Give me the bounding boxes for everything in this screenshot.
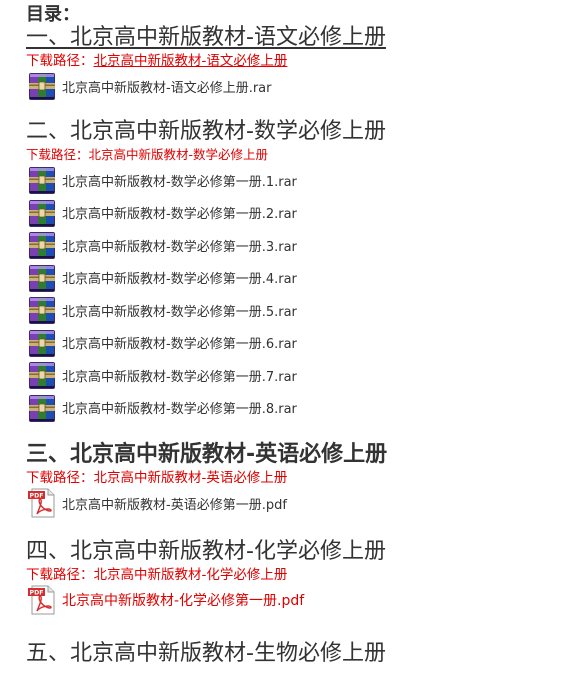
file-name[interactable]: 北京高中新版教材-语文必修上册.rar: [62, 77, 271, 96]
download-path[interactable]: 下载路径：北京高中新版教材-英语必修上册: [26, 469, 556, 487]
section-chinese: 一、北京高中新版教材-语文必修上册 下载路径：北京高中新版教材-语文必修上册 北…: [26, 24, 556, 103]
download-path-prefix: 下载路径：: [26, 147, 89, 162]
file-item[interactable]: 北京高中新版教材-语文必修上册.rar: [26, 70, 556, 103]
file-item[interactable]: 北京高中新版教材-数学必修第一册.4.rar: [26, 262, 556, 295]
file-name[interactable]: 北京高中新版教材-数学必修第一册.8.rar: [62, 398, 297, 417]
file-item[interactable]: 北京高中新版教材-数学必修第一册.5.rar: [26, 294, 556, 327]
download-path-link[interactable]: 北京高中新版教材-化学必修上册: [94, 567, 288, 583]
file-name[interactable]: 北京高中新版教材-数学必修第一册.2.rar: [62, 203, 297, 222]
winrar-archive-icon: [26, 294, 58, 326]
file-item[interactable]: 北京高中新版教材-英语必修第一册.pdf: [26, 487, 556, 520]
winrar-archive-icon: [26, 229, 58, 261]
section-heading: 二、北京高中新版教材-数学必修上册: [26, 119, 386, 144]
download-path-prefix: 下载路径：: [26, 53, 94, 69]
section-biology: 五、北京高中新版教材-生物必修上册: [26, 640, 556, 668]
download-path[interactable]: 下载路径：北京高中新版教材-数学必修上册: [26, 146, 556, 164]
download-path[interactable]: 下载路径：北京高中新版教材-语文必修上册: [26, 52, 556, 70]
toc-title: 目录：: [26, 4, 80, 25]
file-name[interactable]: 北京高中新版教材-化学必修第一册.pdf: [62, 590, 304, 610]
file-name[interactable]: 北京高中新版教材-数学必修第一册.5.rar: [62, 301, 297, 320]
download-path[interactable]: 下载路径：北京高中新版教材-化学必修上册: [26, 566, 556, 584]
file-item[interactable]: 北京高中新版教材-数学必修第一册.6.rar: [26, 327, 556, 360]
download-path-link[interactable]: 北京高中新版教材-英语必修上册: [94, 470, 288, 486]
download-path-prefix: 下载路径：: [26, 470, 94, 486]
file-item[interactable]: 北京高中新版教材-化学必修第一册.pdf: [26, 584, 556, 617]
file-name[interactable]: 北京高中新版教材-数学必修第一册.3.rar: [62, 236, 297, 255]
pdf-file-icon: [26, 487, 58, 519]
file-item[interactable]: 北京高中新版教材-数学必修第一册.2.rar: [26, 197, 556, 230]
file-item[interactable]: 北京高中新版教材-数学必修第一册.7.rar: [26, 359, 556, 392]
winrar-archive-icon: [26, 262, 58, 294]
file-name[interactable]: 北京高中新版教材-数学必修第一册.6.rar: [62, 333, 297, 352]
pdf-file-icon: [26, 584, 58, 616]
section-chemistry: 四、北京高中新版教材-化学必修上册 下载路径：北京高中新版教材-化学必修上册 北…: [26, 538, 556, 617]
file-item[interactable]: 北京高中新版教材-数学必修第一册.8.rar: [26, 392, 556, 425]
file-name[interactable]: 北京高中新版教材-英语必修第一册.pdf: [62, 494, 287, 513]
download-path-link[interactable]: 北京高中新版教材-语文必修上册: [94, 53, 288, 69]
section-heading: 四、北京高中新版教材-化学必修上册: [26, 539, 386, 564]
section-heading[interactable]: 一、北京高中新版教材-语文必修上册: [26, 24, 556, 52]
winrar-archive-icon: [26, 392, 58, 424]
section-heading: 五、北京高中新版教材-生物必修上册: [26, 641, 386, 666]
file-name[interactable]: 北京高中新版教材-数学必修第一册.7.rar: [62, 366, 297, 385]
section-math: 二、北京高中新版教材-数学必修上册 下载路径：北京高中新版教材-数学必修上册 北…: [26, 118, 556, 424]
file-name[interactable]: 北京高中新版教材-数学必修第一册.1.rar: [62, 171, 297, 190]
winrar-archive-icon: [26, 359, 58, 391]
winrar-archive-icon: [26, 197, 58, 229]
download-path-link[interactable]: 北京高中新版教材-数学必修上册: [89, 147, 269, 162]
download-path-prefix: 下载路径：: [26, 567, 94, 583]
file-name[interactable]: 北京高中新版教材-数学必修第一册.4.rar: [62, 268, 297, 287]
section-english: 三、北京高中新版教材-英语必修上册 下载路径：北京高中新版教材-英语必修上册 北…: [26, 441, 556, 520]
winrar-archive-icon: [26, 164, 58, 196]
file-item[interactable]: 北京高中新版教材-数学必修第一册.1.rar: [26, 164, 556, 197]
winrar-archive-icon: [26, 327, 58, 359]
file-item[interactable]: 北京高中新版教材-数学必修第一册.3.rar: [26, 229, 556, 262]
winrar-archive-icon: [26, 70, 58, 102]
section-heading: 三、北京高中新版教材-英语必修上册: [26, 442, 388, 467]
